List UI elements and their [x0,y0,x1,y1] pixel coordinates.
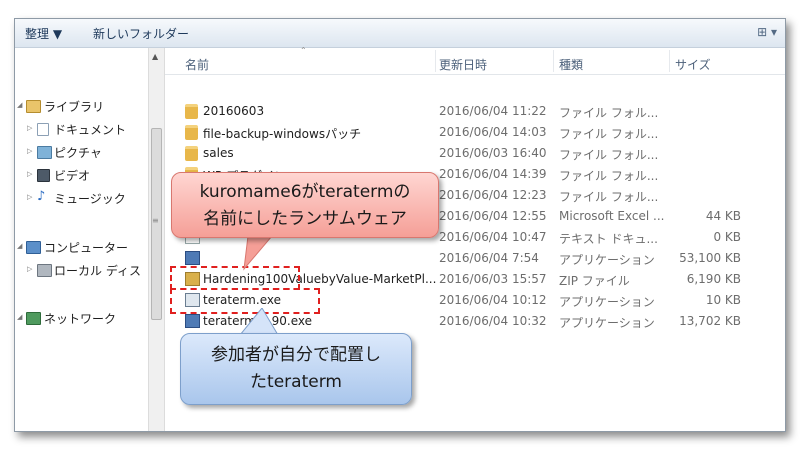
music-icon: ♪ [37,189,46,204]
new-folder-button[interactable]: 新しいフォルダー [93,25,189,42]
expanded-arrow-icon[interactable]: ◢ [17,101,22,109]
file-name: 20160603 [203,104,265,118]
collapsed-arrow-icon[interactable]: ▷ [27,170,32,178]
file-type: ZIP ファイル [559,274,630,288]
file-size: 53,100 KB [679,251,741,265]
nav-label: ライブラリ [44,100,105,114]
table-row[interactable]: 20160603 2016/06/04 11:22 ファイル フォル... [165,101,785,122]
file-type: ファイル フォル... [559,190,659,204]
nav-scrollbar[interactable]: ▲ ≡ [148,48,165,431]
file-date: 2016/06/03 15:57 [439,272,547,286]
scroll-up-arrow-icon[interactable]: ▲ [152,52,158,61]
document-icon [37,123,49,136]
view-options-button[interactable]: ⊞ ▾ [757,25,777,39]
organize-button[interactable]: 整理 ▼ [25,25,62,42]
file-date: 2016/06/04 10:47 [439,230,547,244]
file-type: ファイル フォル... [559,169,659,183]
file-name: file-backup-windowsパッチ [203,127,362,141]
collapsed-arrow-icon[interactable]: ▷ [27,193,32,201]
file-name: sales [203,146,234,160]
file-date: 2016/06/03 16:40 [439,146,547,160]
file-type: アプリケーション [559,316,655,330]
callout-text: たteraterm [250,372,342,392]
file-type: アプリケーション [559,253,655,267]
teraterm-installer-icon [185,314,200,328]
callout-text: kuromame6がteratermの [199,182,411,202]
collapsed-arrow-icon[interactable]: ▷ [27,265,32,273]
file-date: 2016/06/04 11:22 [439,104,547,118]
file-type: ファイル フォル... [559,148,659,162]
nav-label: ドキュメント [54,123,127,137]
file-type: Microsoft Excel ... [559,209,665,223]
library-icon [26,100,41,113]
callout-red-tail [243,236,273,271]
nav-label: ミュージック [54,192,126,206]
file-size: 44 KB [705,209,741,223]
file-date: 2016/06/04 14:03 [439,125,547,139]
file-date: 2016/06/04 10:12 [439,293,547,307]
collapsed-arrow-icon[interactable]: ▷ [27,147,32,155]
table-row[interactable]: file-backup-windowsパッチ 2016/06/04 14:03 … [165,122,785,143]
file-date: 2016/06/04 12:55 [439,209,547,223]
nav-label: ローカル ディス [54,264,141,278]
nav-label: コンピューター [44,241,129,255]
table-row[interactable]: sales 2016/06/03 16:40 ファイル フォル... [165,143,785,164]
file-date: 2016/06/04 7:54 [439,251,539,265]
sort-indicator-icon: ⌃ [300,46,307,55]
file-date: 2016/06/04 14:39 [439,167,547,181]
file-type: テキスト ドキュ... [559,232,658,246]
file-size: 13,702 KB [679,314,741,328]
file-type: ファイル フォル... [559,127,659,141]
column-header-size[interactable]: サイズ [675,56,711,73]
collapsed-arrow-icon[interactable]: ▷ [27,124,32,132]
local-disk-icon [37,264,52,277]
nav-label: ビデオ [54,169,91,183]
application-icon [185,251,200,265]
callout-participant: 参加者が自分で配置し たteraterm [180,333,412,405]
nav-label: ネットワーク [44,312,117,326]
toolbar: 整理 ▼ 新しいフォルダー ⊞ ▾ [15,19,785,48]
file-size: 10 KB [705,293,741,307]
file-size: 6,190 KB [686,272,741,286]
folder-icon [185,104,198,119]
file-size: 0 KB [713,230,741,244]
expanded-arrow-icon[interactable]: ◢ [17,313,22,321]
column-divider[interactable] [669,50,670,72]
file-date: 2016/06/04 12:23 [439,188,547,202]
video-icon [37,169,50,182]
network-icon [26,312,41,325]
callout-text: 参加者が自分で配置し [211,345,381,365]
column-divider[interactable] [435,50,436,72]
file-date: 2016/06/04 10:32 [439,314,547,328]
column-header-name[interactable]: 名前 [185,56,209,73]
computer-icon [26,241,41,254]
callout-ransomware: kuromame6がteratermの 名前にしたランサムウェア [171,172,439,238]
file-type: ファイル フォル... [559,106,659,120]
scroll-grip-icon: ≡ [152,216,159,225]
file-type: アプリケーション [559,295,655,309]
callout-text: 名前にしたランサムウェア [203,209,407,229]
navigation-pane: ◢ ライブラリ ▷ ドキュメント ▷ ピクチャ ▷ ビデオ ▷ ♪ ミュージック… [15,48,147,431]
column-header-date[interactable]: 更新日時 [439,56,487,73]
folder-icon [185,125,198,140]
picture-icon [37,146,52,159]
callout-blue-tail [239,308,279,335]
column-header-row: ⌃ 名前 更新日時 種類 サイズ [165,46,785,75]
column-divider[interactable] [553,50,554,72]
nav-label: ピクチャ [54,146,102,160]
column-header-type[interactable]: 種類 [559,56,583,73]
expanded-arrow-icon[interactable]: ◢ [17,242,22,250]
folder-icon [185,146,198,161]
